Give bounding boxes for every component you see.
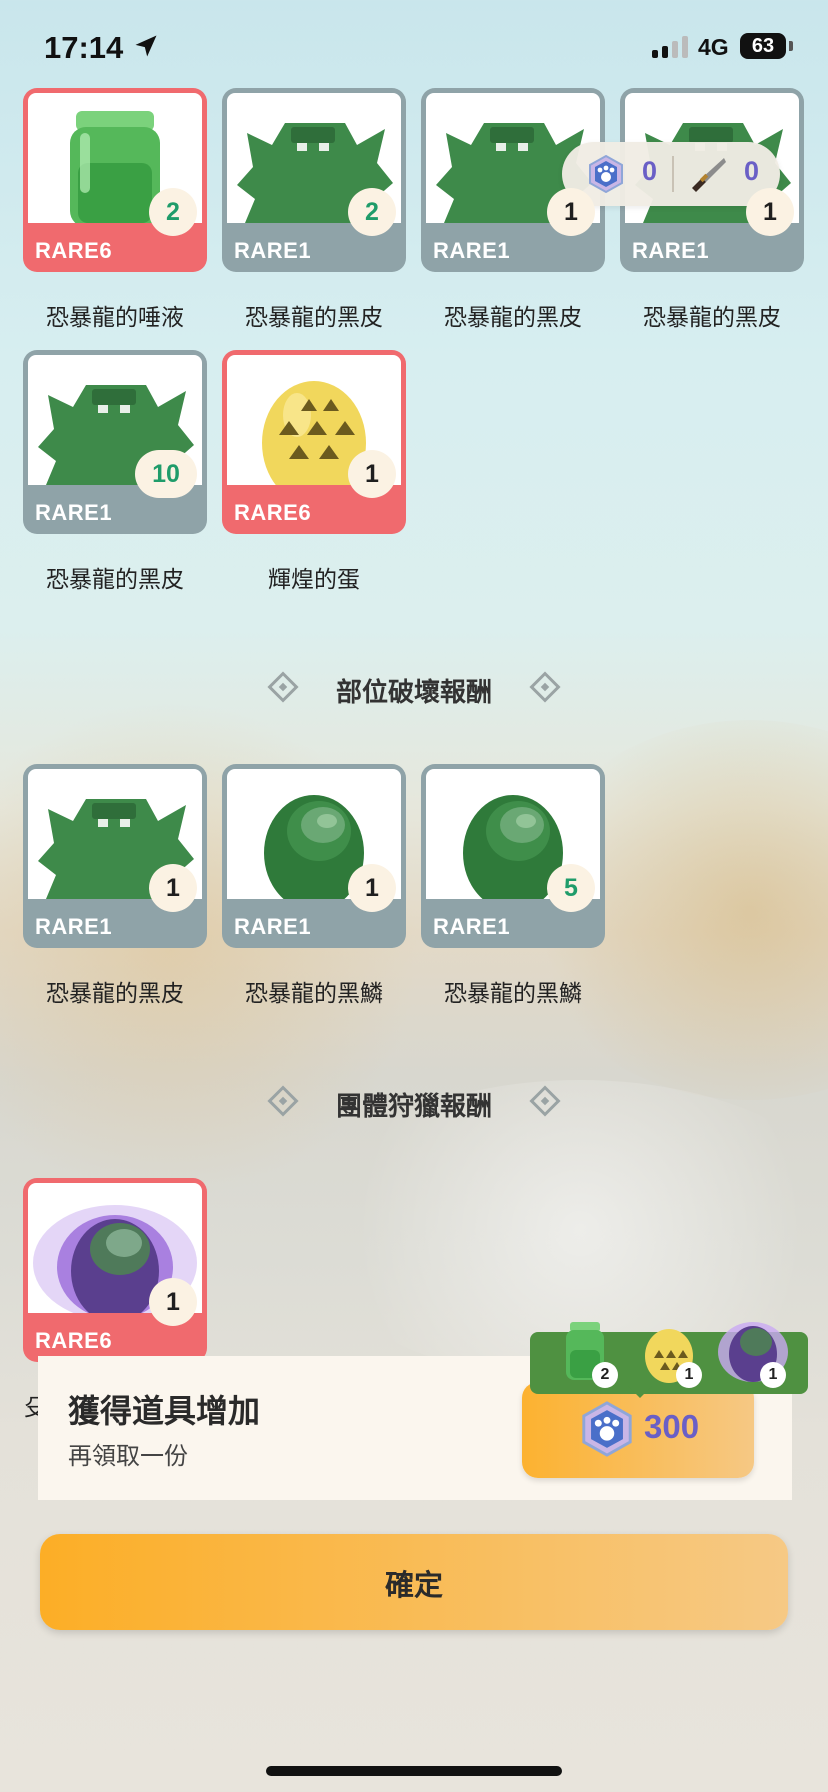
item-name: 恐暴龍的黑皮 bbox=[245, 305, 383, 331]
rarity-label: RARE1 bbox=[433, 914, 511, 939]
bonus-subtitle: 再領取一份 bbox=[68, 1442, 188, 1470]
item-card[interactable]: RARE1 2 bbox=[222, 88, 406, 272]
rarity-label: RARE1 bbox=[632, 238, 710, 263]
rarity-label: RARE1 bbox=[35, 914, 113, 939]
item-card[interactable]: RARE1 1 bbox=[23, 764, 207, 948]
item-name: 輝煌的蛋 bbox=[268, 567, 360, 593]
clock: 17:14 bbox=[44, 30, 124, 65]
count-badge: 1 bbox=[348, 864, 396, 912]
rarity-label: RARE6 bbox=[234, 500, 312, 525]
currency-display: 0 0 bbox=[562, 142, 780, 206]
section-title: 團體狩獵報酬 bbox=[335, 1092, 492, 1122]
item-name: 恐暴龍的黑皮 bbox=[643, 305, 781, 331]
rarity-label: RARE6 bbox=[35, 238, 113, 263]
rarity-label: RARE1 bbox=[234, 238, 312, 263]
mini-count-badge: 1 bbox=[676, 1362, 702, 1388]
section-title: 部位破壞報酬 bbox=[335, 678, 492, 708]
item-card[interactable]: RARE6 1 bbox=[222, 350, 406, 534]
item-name: 恐暴龍的唾液 bbox=[46, 305, 184, 331]
count-badge: 1 bbox=[746, 188, 794, 236]
item-card[interactable]: RARE6 1 bbox=[23, 1178, 207, 1362]
pointer-arrow bbox=[628, 1386, 652, 1398]
item-name: 恐暴龍的黑皮 bbox=[444, 305, 582, 331]
mini-count-badge: 2 bbox=[592, 1362, 618, 1388]
location-arrow-icon bbox=[135, 35, 157, 57]
home-indicator[interactable] bbox=[266, 1766, 562, 1776]
network-type: 4G bbox=[698, 34, 729, 60]
count-badge: 1 bbox=[348, 450, 396, 498]
count-badge: 1 bbox=[149, 1278, 197, 1326]
claim-cost: 300 bbox=[644, 1408, 700, 1445]
item-name: 恐暴龍的黑鱗 bbox=[245, 981, 383, 1007]
count-badge: 2 bbox=[149, 188, 197, 236]
rarity-label: RARE1 bbox=[433, 238, 511, 263]
knife-count: 0 bbox=[744, 156, 760, 186]
divider bbox=[672, 156, 674, 192]
paw-count: 0 bbox=[642, 156, 658, 186]
confirm-label: 確定 bbox=[384, 1568, 443, 1602]
mini-count-badge: 1 bbox=[760, 1362, 786, 1388]
battery-cap bbox=[789, 41, 793, 51]
status-bar: 17:14 4G 63 bbox=[0, 0, 828, 96]
bonus-title: 獲得道具增加 bbox=[68, 1392, 261, 1430]
battery-icon: 63 bbox=[740, 33, 786, 59]
item-card[interactable]: RARE6 2 bbox=[23, 88, 207, 272]
signal-icon bbox=[652, 36, 688, 58]
paw-medal-icon bbox=[582, 1401, 632, 1457]
item-card[interactable]: RARE1 10 bbox=[23, 350, 207, 534]
knife-icon bbox=[692, 158, 726, 192]
count-badge: 10 bbox=[135, 450, 197, 498]
paw-medal-icon bbox=[589, 154, 623, 194]
count-badge: 1 bbox=[149, 864, 197, 912]
rarity-label: RARE1 bbox=[234, 914, 312, 939]
item-name: 恐暴龍的黑皮 bbox=[46, 567, 184, 593]
item-card[interactable]: RARE1 5 bbox=[421, 764, 605, 948]
rarity-label: RARE6 bbox=[35, 1328, 113, 1353]
count-badge: 1 bbox=[547, 188, 595, 236]
count-badge: 2 bbox=[348, 188, 396, 236]
count-badge: 5 bbox=[547, 864, 595, 912]
rarity-label: RARE1 bbox=[35, 500, 113, 525]
confirm-button[interactable]: 確定 bbox=[40, 1534, 788, 1630]
item-name: 恐暴龍的黑鱗 bbox=[444, 981, 582, 1007]
item-card[interactable]: RARE1 1 bbox=[222, 764, 406, 948]
item-name: 恐暴龍的黑皮 bbox=[46, 981, 184, 1007]
